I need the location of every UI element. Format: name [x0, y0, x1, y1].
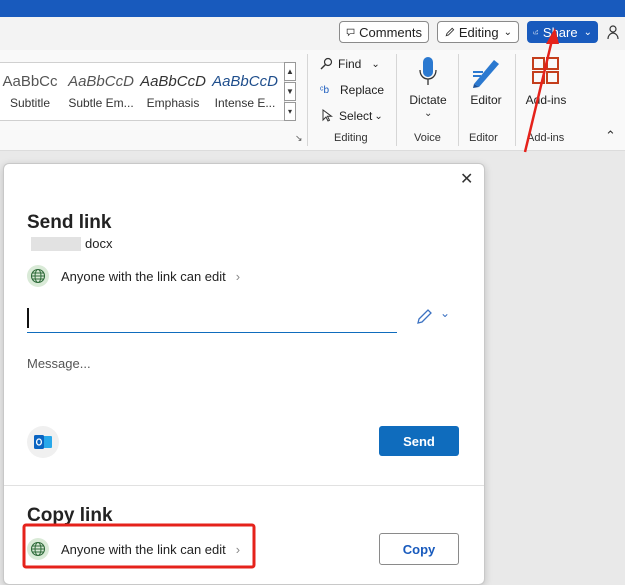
- annotation-arrowhead: [546, 28, 559, 44]
- annotation-arrow: [523, 39, 554, 153]
- annotation-overlay: [22, 28, 559, 569]
- annotation-highlight-box: [22, 523, 256, 569]
